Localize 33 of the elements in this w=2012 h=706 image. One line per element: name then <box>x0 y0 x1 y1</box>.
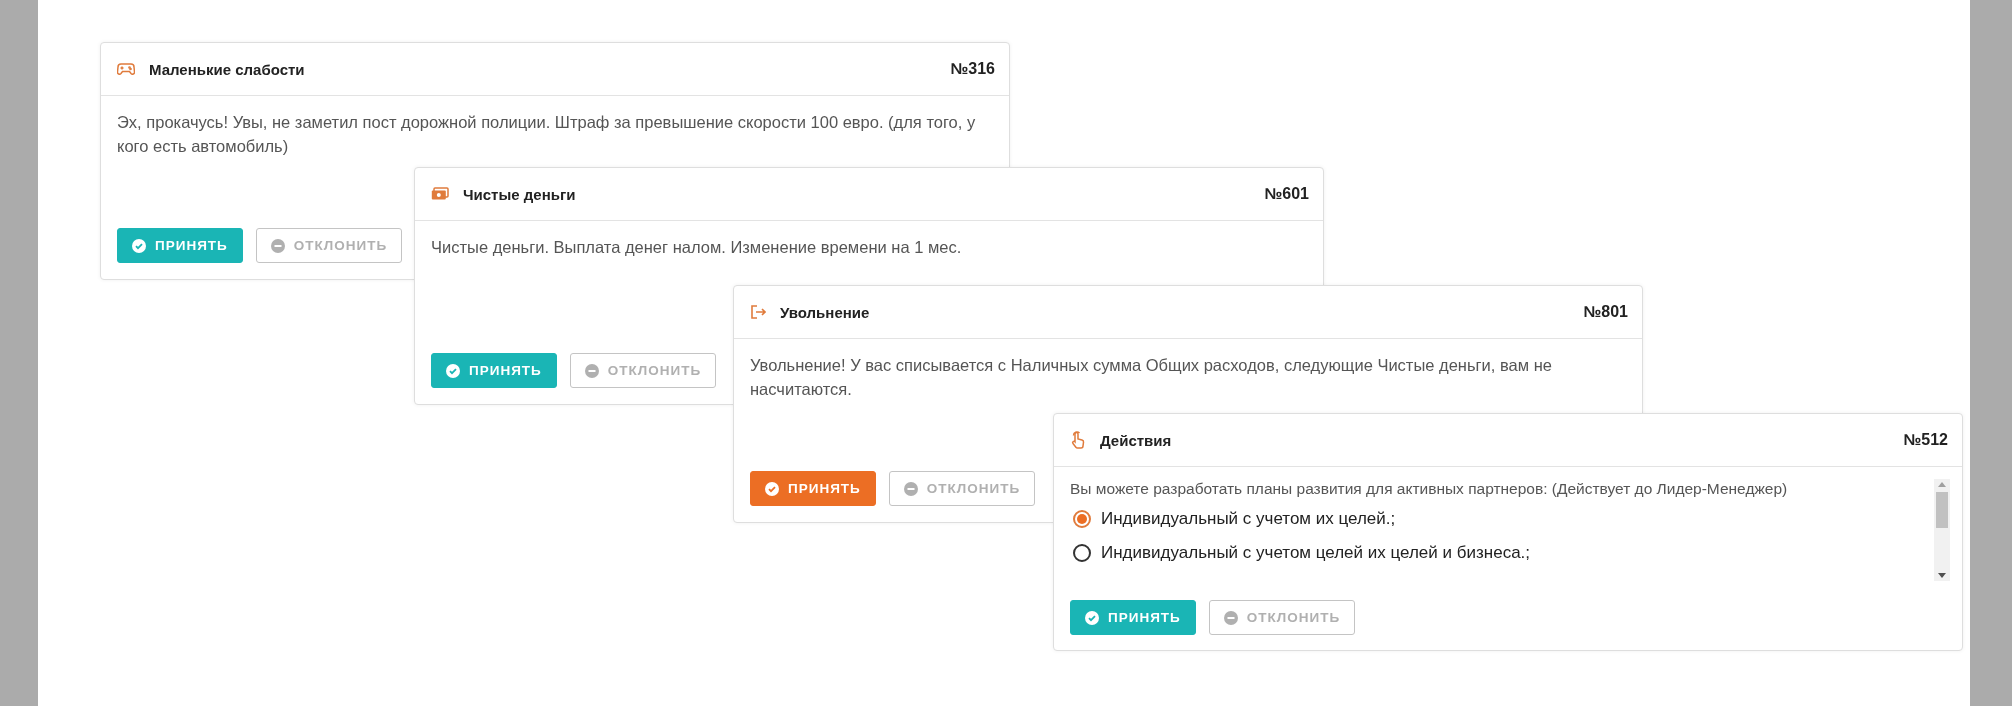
banknote-icon <box>431 187 449 201</box>
accept-button[interactable]: ПРИНЯТЬ <box>117 228 243 263</box>
card-description: Вы можете разработать планы развития для активных партнеров: (Действует до Лидер-Менеджер) <box>1070 479 1789 499</box>
option-label[interactable]: Индивидуальный с учетом целей их целей и бизнеса.; <box>1101 543 1531 563</box>
card-number: №801 <box>1583 303 1628 321</box>
radio-button[interactable] <box>1073 544 1091 562</box>
card-title: Действия <box>1100 431 1173 449</box>
card-number: №601 <box>1264 185 1309 203</box>
gamepad-icon <box>117 62 135 76</box>
logout-icon <box>750 304 766 320</box>
card-number: №512 <box>1903 431 1948 449</box>
check-circle-icon <box>765 481 779 496</box>
pointing-hand-icon <box>1070 431 1086 449</box>
card-title: Чистые деньги <box>463 185 577 203</box>
card-text: Увольнение! У вас списывается с Наличных сумма Общих расходов, следующие Чистые деньги, вам не насчитаются. <box>750 355 1553 400</box>
card-number: №316 <box>950 60 995 78</box>
check-circle-icon <box>446 363 460 378</box>
check-circle-icon <box>132 238 146 253</box>
minus-circle-icon <box>584 363 599 378</box>
card-text: Эх, прокачусь! Увы, не заметил пост дорожной полиции. Штраф за превышение скорости 100 евро. (для того, у кого есть автомобиль) <box>117 112 977 157</box>
accept-button[interactable]: ПРИНЯТЬ <box>431 353 557 388</box>
minus-circle-icon <box>270 238 285 253</box>
accept-button[interactable]: ПРИНЯТЬ <box>750 471 876 506</box>
scrollbar[interactable] <box>1934 479 1950 581</box>
check-circle-icon <box>1085 610 1099 625</box>
accept-button[interactable]: ПРИНЯТЬ <box>1070 600 1196 635</box>
card-title: Маленькие слабости <box>149 60 306 78</box>
option-label[interactable]: Индивидуальный с учетом их целей.; <box>1101 509 1396 529</box>
minus-circle-icon <box>903 481 918 496</box>
card-text: Чистые деньги. Выплата денег налом. Изменение времени на 1 мес. <box>431 237 963 258</box>
card-title: Увольнение <box>780 303 871 321</box>
minus-circle-icon <box>1223 610 1238 625</box>
radio-button[interactable] <box>1073 510 1091 528</box>
